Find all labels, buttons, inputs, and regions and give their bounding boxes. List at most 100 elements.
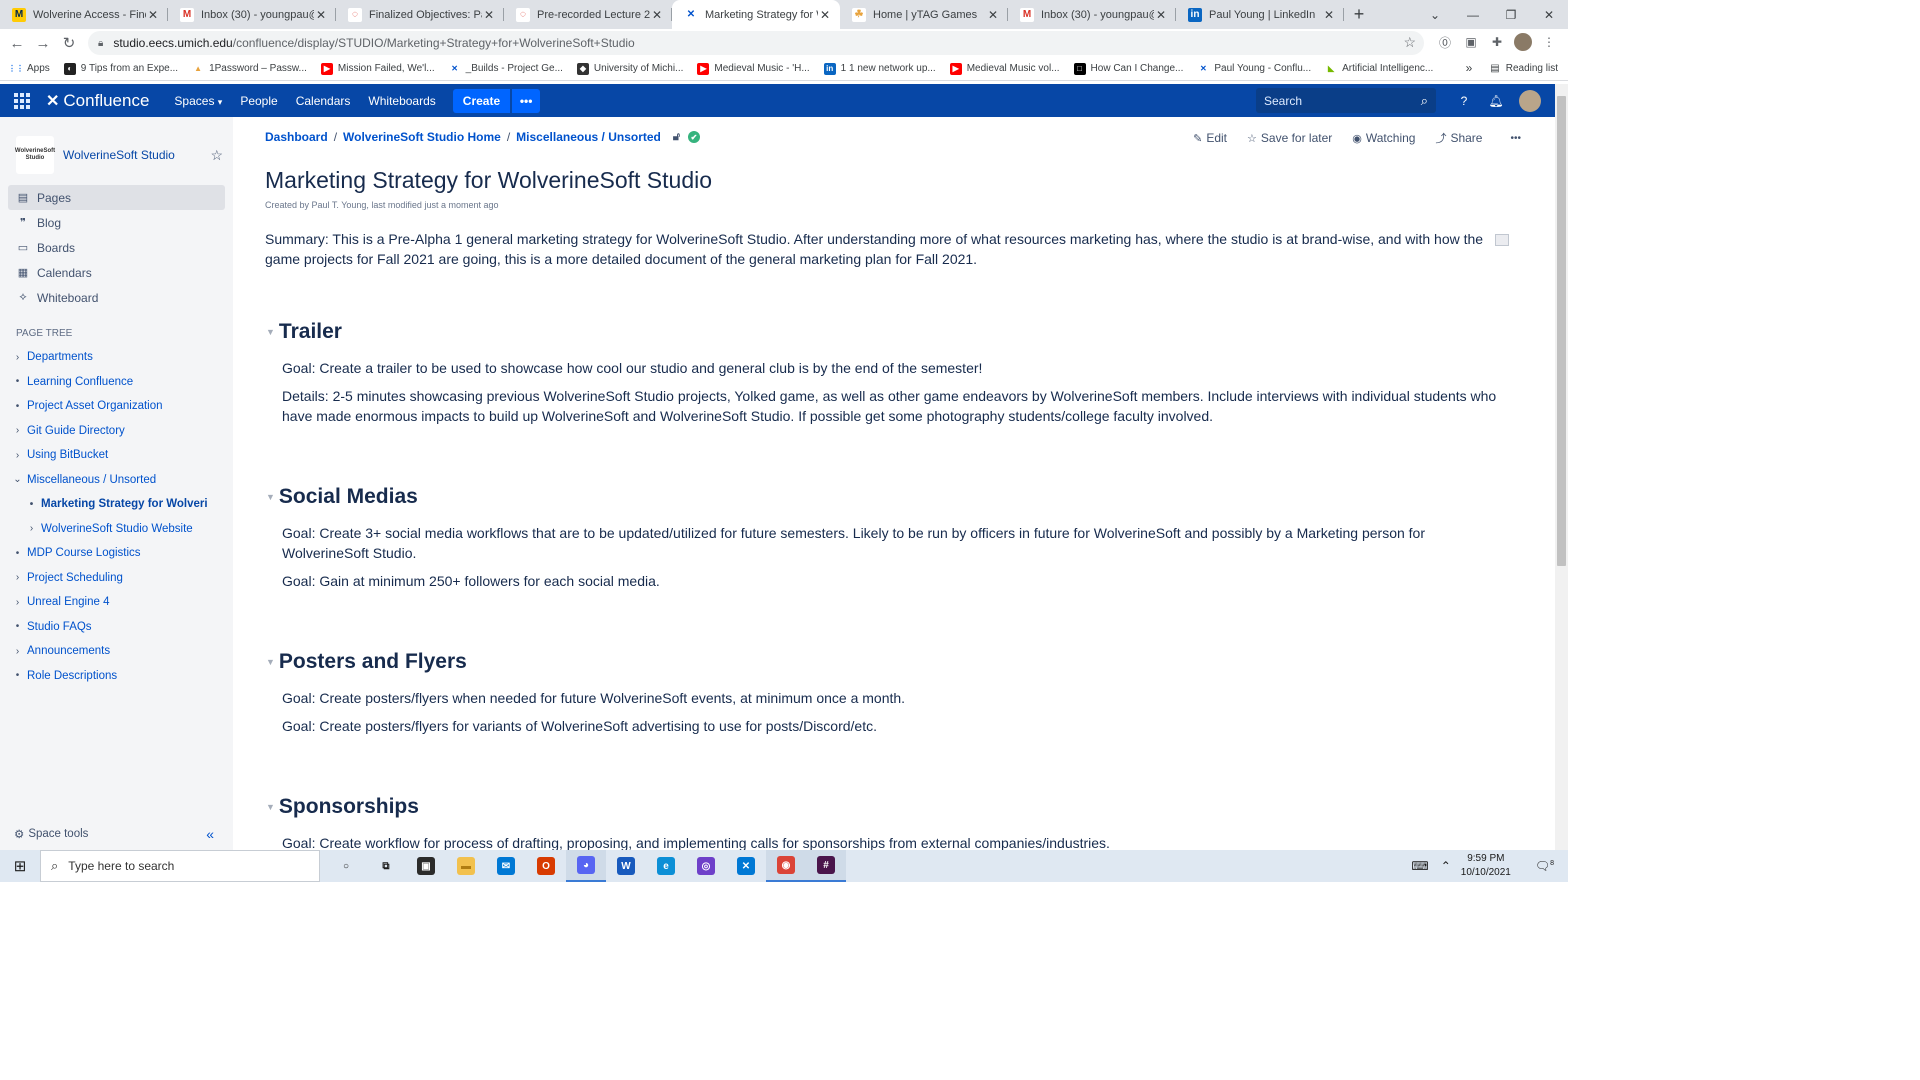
- close-window-icon[interactable]: ✕: [1530, 0, 1568, 29]
- profile-avatar[interactable]: [1514, 33, 1532, 51]
- tree-toggle-icon[interactable]: ›: [12, 646, 23, 657]
- sidebar-item-pages[interactable]: ▤ Pages: [8, 185, 225, 210]
- nav-whiteboards[interactable]: Whiteboards: [368, 94, 435, 108]
- page-tree-item[interactable]: • Marketing Strategy for Wolveri: [0, 492, 233, 517]
- share-button[interactable]: ⤴ Share: [1435, 130, 1482, 146]
- page-tree-item[interactable]: • Learning Confluence: [0, 370, 233, 395]
- taskbar-app[interactable]: ▣: [406, 850, 446, 882]
- back-icon[interactable]: ←: [4, 35, 30, 52]
- keyboard-icon[interactable]: ⌨: [1411, 859, 1428, 873]
- sidebar-item-boards[interactable]: ▭ Boards: [8, 235, 225, 260]
- browser-tab[interactable]: M Inbox (30) - youngpau@um✕: [1008, 0, 1176, 29]
- page-tree-item[interactable]: › WolverineSoft Studio Website: [0, 517, 233, 542]
- browser-tab[interactable]: ✕Marketing Strategy for Wo✕: [672, 0, 840, 29]
- taskbar-search-input[interactable]: ⌕ Type here to search: [40, 850, 320, 882]
- extension-icon[interactable]: ⓪: [1436, 33, 1454, 51]
- page-tree-item[interactable]: › Unreal Engine 4: [0, 590, 233, 615]
- close-tab-icon[interactable]: ✕: [314, 8, 328, 22]
- sidebar-item-calendars[interactable]: ▦ Calendars: [8, 260, 225, 285]
- close-tab-icon[interactable]: ✕: [818, 8, 832, 22]
- nav-spaces[interactable]: Spaces ▾: [174, 94, 222, 108]
- space-logo[interactable]: WolverineSoft Studio: [15, 136, 55, 174]
- page-tree-item[interactable]: › Project Scheduling: [0, 566, 233, 591]
- page-tree-item[interactable]: › Departments: [0, 345, 233, 370]
- tray-chevron-icon[interactable]: ⌃: [1441, 859, 1451, 873]
- page-tree-item[interactable]: › Announcements: [0, 639, 233, 664]
- taskbar-app[interactable]: ✕: [726, 850, 766, 882]
- collapse-caret-icon[interactable]: ▼: [266, 327, 275, 337]
- bookmark-star-icon[interactable]: ☆: [1403, 34, 1416, 51]
- bookmark-item[interactable]: ▲ 1Password – Passw...: [192, 62, 307, 75]
- confluence-logo[interactable]: ✕ Confluence: [46, 91, 149, 111]
- space-tools[interactable]: ⚙ Space tools «: [14, 826, 214, 842]
- edit-button[interactable]: ✎ Edit: [1193, 131, 1227, 145]
- page-scrollbar[interactable]: [1555, 84, 1568, 850]
- create-button[interactable]: Create: [452, 88, 511, 113]
- help-icon[interactable]: ?: [1455, 92, 1473, 110]
- bookmark-item[interactable]: ◣ Artificial Intelligenc...: [1325, 62, 1433, 75]
- breadcrumb-dashboard[interactable]: Dashboard: [265, 130, 328, 144]
- new-tab-button[interactable]: +: [1344, 0, 1374, 29]
- bookmark-item[interactable]: ◐ 9 Tips from an Expe...: [63, 62, 178, 75]
- restore-icon[interactable]: ❐: [1492, 0, 1530, 29]
- bookmark-item[interactable]: in 1 1 new network up...: [823, 62, 936, 75]
- tree-toggle-icon[interactable]: ›: [12, 352, 23, 363]
- page-tree-item[interactable]: › Using BitBucket: [0, 443, 233, 468]
- search-input[interactable]: Search ⌕: [1256, 88, 1436, 113]
- taskbar-app[interactable]: ◎: [686, 850, 726, 882]
- watching-button[interactable]: ◉ Watching: [1352, 131, 1415, 145]
- browser-tab[interactable]: ◌ Finalized Objectives: Paul Y✕: [336, 0, 504, 29]
- favorite-star-icon[interactable]: ☆: [210, 147, 223, 164]
- tree-toggle-icon[interactable]: ›: [26, 523, 37, 534]
- more-actions-icon[interactable]: •••: [1510, 133, 1521, 144]
- side-panel-icon[interactable]: [1495, 234, 1509, 246]
- bookmark-item[interactable]: ✕ _Builds - Project Ge...: [448, 62, 563, 75]
- puzzle-icon[interactable]: ✚: [1488, 33, 1506, 51]
- page-tree-item[interactable]: › Git Guide Directory: [0, 419, 233, 444]
- create-more-button[interactable]: •••: [512, 88, 541, 113]
- save-for-later-button[interactable]: ☆ Save for later: [1247, 131, 1332, 145]
- notifications-bell-icon[interactable]: 🔔︎: [1487, 92, 1505, 110]
- taskbar-app[interactable]: ○: [326, 850, 366, 882]
- taskbar-app[interactable]: ◕: [566, 850, 606, 882]
- tree-toggle-icon[interactable]: ›: [12, 450, 23, 461]
- tree-toggle-icon[interactable]: ›: [12, 597, 23, 608]
- breadcrumb-space-home[interactable]: WolverineSoft Studio Home: [343, 130, 501, 144]
- restrictions-unlock-icon[interactable]: 🔓︎: [673, 131, 680, 144]
- bookmark-item[interactable]: ◆ University of Michi...: [576, 62, 683, 75]
- tree-toggle-icon[interactable]: ›: [12, 572, 23, 583]
- clock[interactable]: 9:59 PM 10/10/2021: [1461, 852, 1511, 880]
- taskbar-app[interactable]: W: [606, 850, 646, 882]
- page-tree-item[interactable]: ⌄ Miscellaneous / Unsorted: [0, 468, 233, 493]
- nav-calendars[interactable]: Calendars: [296, 94, 351, 108]
- collapse-caret-icon[interactable]: ▼: [266, 802, 275, 812]
- forward-icon[interactable]: →: [30, 35, 56, 52]
- browser-tab[interactable]: in Paul Young | LinkedIn ✕: [1176, 0, 1344, 29]
- address-bar[interactable]: 🔒︎ studio.eecs.umich.edu/confluence/disp…: [88, 31, 1424, 55]
- bookmark-item[interactable]: □ How Can I Change...: [1073, 62, 1183, 75]
- tree-toggle-icon[interactable]: ›: [12, 425, 23, 436]
- collapse-sidebar-icon[interactable]: «: [206, 826, 214, 842]
- sidebar-item-blog[interactable]: ❞ Blog: [8, 210, 225, 235]
- tree-toggle-icon[interactable]: ⌄: [12, 474, 23, 485]
- bookmarks-overflow-icon[interactable]: »: [1466, 61, 1473, 75]
- taskbar-app[interactable]: O: [526, 850, 566, 882]
- lock-icon[interactable]: 🔒︎: [98, 38, 103, 49]
- close-tab-icon[interactable]: ✕: [650, 8, 664, 22]
- close-tab-icon[interactable]: ✕: [146, 8, 160, 22]
- close-tab-icon[interactable]: ✕: [1154, 8, 1168, 22]
- browser-tab[interactable]: ☘ Home | yTAG Games ✕: [840, 0, 1008, 29]
- taskbar-app[interactable]: ▬: [446, 850, 486, 882]
- close-tab-icon[interactable]: ✕: [482, 8, 496, 22]
- close-tab-icon[interactable]: ✕: [1322, 8, 1336, 22]
- bookmark-item[interactable]: ▶ Medieval Music - 'H...: [697, 62, 810, 75]
- kebab-menu-icon[interactable]: ⋮: [1540, 33, 1558, 51]
- browser-tab[interactable]: M Wolverine Access - Find &✕: [0, 0, 168, 29]
- bookmark-item[interactable]: ✕ Paul Young - Conflu...: [1197, 62, 1311, 75]
- page-tree-item[interactable]: • MDP Course Logistics: [0, 541, 233, 566]
- taskbar-app[interactable]: #: [806, 850, 846, 882]
- page-tree-item[interactable]: • Studio FAQs: [0, 615, 233, 640]
- breadcrumb-misc[interactable]: Miscellaneous / Unsorted: [516, 130, 661, 144]
- taskbar-app[interactable]: ◉: [766, 850, 806, 882]
- browser-tab[interactable]: M Inbox (30) - youngpau@um✕: [168, 0, 336, 29]
